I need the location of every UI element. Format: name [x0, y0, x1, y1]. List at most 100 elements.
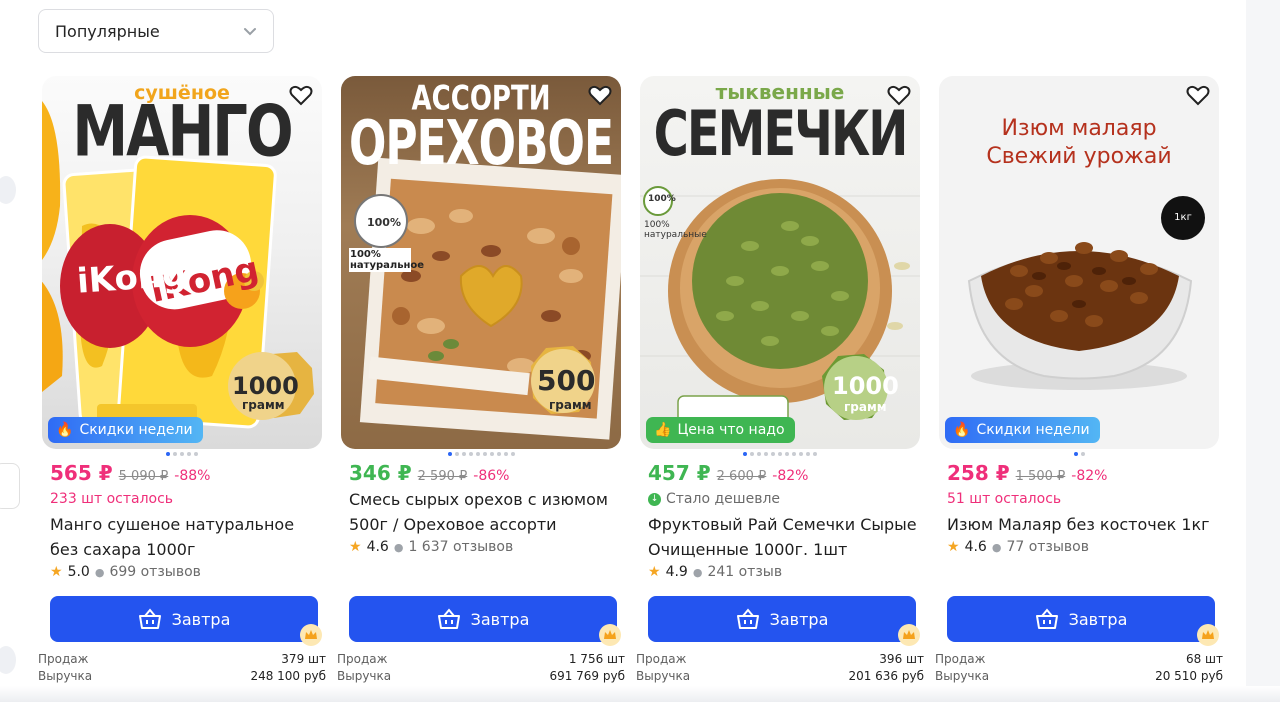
add-to-cart-label: Завтра: [769, 609, 829, 629]
sales-stats: Продаж 396 шт Выручка 201 636 руб: [636, 652, 924, 686]
image-pager-dots: [640, 452, 920, 456]
product-card[interactable]: АССОРТИ ОРЕХОВОЕ 100% 100% натуральное 5…: [337, 76, 625, 683]
promo-badge: 🔥 Скидки недели: [48, 417, 203, 443]
product-image[interactable]: АССОРТИ ОРЕХОВОЕ 100% 100% натуральное 5…: [341, 76, 621, 449]
sort-dropdown[interactable]: Популярные: [38, 9, 274, 53]
sales-stats: Продаж 68 шт Выручка 20 510 руб: [935, 652, 1223, 686]
crown-icon: [599, 624, 621, 646]
discount: -82%: [1071, 468, 1108, 484]
add-to-cart-button[interactable]: Завтра: [947, 596, 1215, 642]
basket-icon: [138, 608, 161, 629]
revenue-value: 248 100 руб: [250, 669, 326, 683]
rating-value: 4.6: [366, 539, 389, 555]
rating-row: ★ 5.0 ● 699 отзывов: [50, 564, 324, 580]
crown-icon: [1197, 624, 1219, 646]
image-pager-dots: [42, 452, 322, 456]
favorite-heart-icon[interactable]: [288, 82, 314, 108]
rating-value: 4.6: [964, 539, 987, 555]
promo-badge-label: Цена что надо: [677, 422, 785, 438]
bottom-edge-shade: [0, 686, 1280, 702]
sales-label: Продаж: [38, 652, 89, 666]
product-card[interactable]: Изюм малаяр Свежий урожай 1кг 🔥 Скидки н…: [935, 76, 1223, 683]
image-percent-badge: 100%: [367, 216, 401, 229]
comment-icon: ●: [692, 565, 703, 579]
add-to-cart-button[interactable]: Завтра: [349, 596, 617, 642]
product-image[interactable]: Изюм малаяр Свежий урожай 1кг 🔥 Скидки н…: [939, 76, 1219, 449]
product-title[interactable]: Манго сушеное натуральное без сахара 100…: [50, 512, 324, 562]
thumbs-up-icon: 👍: [654, 422, 672, 438]
favorite-heart-icon[interactable]: [886, 82, 912, 108]
image-natural-label: 100% натуральное: [349, 248, 425, 272]
image-title-line-1: Изюм малаяр: [1001, 116, 1157, 141]
price: 565 ₽: [50, 461, 113, 485]
product-card[interactable]: тыквенные СЕМЕЧКИ 100% 100% натуральные …: [636, 76, 924, 683]
image-title-line-2: Свежий урожай: [986, 144, 1172, 169]
sales-label: Продаж: [337, 652, 388, 666]
rating-row: ★ 4.6 ● 1 637 отзывов: [349, 539, 623, 555]
rating-value: 5.0: [67, 564, 90, 580]
price-drop-icon: ↓: [648, 492, 661, 506]
image-natural-label: 100% натуральные: [644, 220, 707, 240]
old-price: 2 600 ₽: [716, 469, 767, 484]
image-brand-text-2: iKong: [75, 254, 188, 302]
old-price: 5 090 ₽: [118, 469, 169, 484]
reviews-count[interactable]: 1 637 отзывов: [408, 539, 513, 555]
old-price: 2 590 ₽: [417, 469, 468, 484]
favorite-heart-icon[interactable]: [1185, 82, 1211, 108]
rating-row: ★ 4.6 ● 77 отзывов: [947, 539, 1221, 555]
price-drop-status: ↓ Стало дешевле: [648, 489, 922, 509]
comment-icon: ●: [991, 540, 1002, 554]
promo-badge-label: Скидки недели: [976, 422, 1090, 438]
image-weight-unit: грамм: [549, 398, 592, 412]
promo-badge: 👍 Цена что надо: [646, 417, 795, 443]
product-card[interactable]: сушёное МАНГО iKong iKong 1000 грамм 🔥 С…: [38, 76, 326, 683]
image-pager-dots: [341, 452, 621, 456]
reviews-count[interactable]: 77 отзывов: [1006, 539, 1089, 555]
price-row: 457 ₽ 2 600 ₽ -82%: [648, 461, 922, 487]
price-row: 565 ₽ 5 090 ₽ -88%: [50, 461, 324, 487]
sales-label: Продаж: [636, 652, 687, 666]
stock-status: 51 шт осталось: [947, 491, 1062, 507]
image-pager-dots: [939, 452, 1219, 456]
fire-icon: 🔥: [56, 422, 74, 438]
sort-dropdown-label: Популярные: [55, 21, 160, 41]
left-edge-control[interactable]: [0, 463, 20, 509]
image-weight-number: 1000: [832, 372, 899, 400]
price-row: 258 ₽ 1 500 ₽ -82%: [947, 461, 1221, 487]
basket-icon: [1035, 608, 1058, 629]
image-weight-unit: грамм: [242, 398, 285, 412]
star-icon: ★: [648, 564, 661, 580]
left-scroll-handle-bottom[interactable]: [0, 646, 16, 674]
sales-label: Продаж: [935, 652, 986, 666]
left-scroll-handle[interactable]: [0, 176, 16, 204]
revenue-value: 20 510 руб: [1155, 669, 1223, 683]
discount: -86%: [473, 468, 510, 484]
product-image[interactable]: сушёное МАНГО iKong iKong 1000 грамм 🔥 С…: [42, 76, 322, 449]
add-to-cart-label: Завтра: [171, 609, 231, 629]
price: 258 ₽: [947, 461, 1010, 485]
sales-stats: Продаж 1 756 шт Выручка 691 769 руб: [337, 652, 625, 686]
reviews-count[interactable]: 241 отзыв: [707, 564, 782, 580]
product-title[interactable]: Смесь сырых орехов с изюмом 500г / Орехо…: [349, 487, 623, 537]
add-to-cart-button[interactable]: Завтра: [648, 596, 916, 642]
image-main-text: МАНГО: [72, 91, 293, 174]
discount: -82%: [772, 468, 809, 484]
add-to-cart-button[interactable]: Завтра: [50, 596, 318, 642]
revenue-label: Выручка: [935, 669, 990, 683]
crown-icon: [898, 624, 920, 646]
discount: -88%: [174, 468, 211, 484]
product-image[interactable]: тыквенные СЕМЕЧКИ 100% 100% натуральные …: [640, 76, 920, 449]
favorite-heart-icon[interactable]: [587, 82, 613, 108]
image-weight-badge: 1кг: [1174, 212, 1192, 223]
comment-icon: ●: [393, 540, 404, 554]
sales-value: 379 шт: [281, 652, 326, 666]
revenue-value: 201 636 руб: [848, 669, 924, 683]
reviews-count[interactable]: 699 отзывов: [109, 564, 200, 580]
add-to-cart-label: Завтра: [470, 609, 530, 629]
basket-icon: [437, 608, 460, 629]
product-title[interactable]: Изюм Малаяр без косточек 1кг: [947, 512, 1221, 537]
chevron-down-icon: [244, 28, 256, 36]
star-icon: ★: [947, 539, 960, 555]
product-title[interactable]: Фруктовый Рай Семечки Сырые Очищенные 10…: [648, 512, 922, 562]
right-edge-panel: [1246, 0, 1280, 702]
